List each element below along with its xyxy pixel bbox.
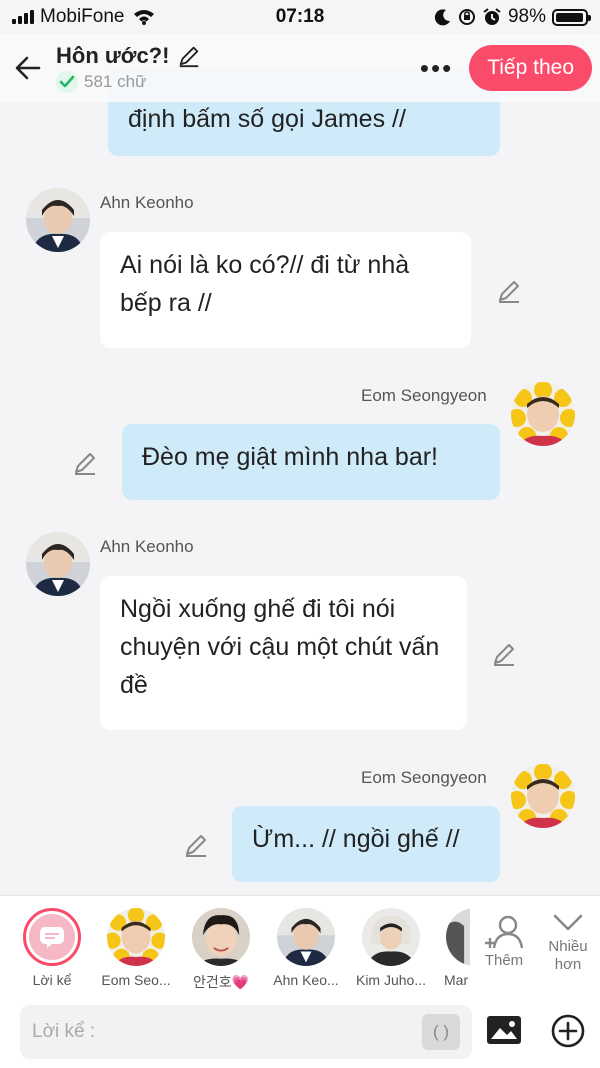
story-title: Hôn ước?! <box>56 43 170 68</box>
add-plus-icon[interactable] <box>550 1013 586 1049</box>
message-text: Đèo mẹ giật mình nha bar! <box>142 443 438 471</box>
chevron-down-icon <box>553 914 583 931</box>
add-label: Thêm <box>484 952 524 969</box>
avatar[interactable] <box>511 764 575 828</box>
battery-icon <box>552 8 591 26</box>
character-item[interactable]: Ahn Keo... <box>268 908 344 988</box>
avatar[interactable] <box>26 532 90 596</box>
chat-screen: định bấm số gọi James // Ahn Keonho Ai n… <box>0 0 600 1068</box>
moon-icon <box>434 9 450 26</box>
more-label: Nhiều hơn <box>548 938 588 973</box>
back-button[interactable] <box>0 53 56 83</box>
character-narration[interactable]: Lời kể <box>14 908 90 988</box>
avatar <box>277 908 335 966</box>
avatar <box>192 908 250 966</box>
chat-area[interactable]: định bấm số gọi James // Ahn Keonho Ai n… <box>0 0 600 895</box>
speaker-name: Ahn Keonho <box>100 193 194 212</box>
avatar[interactable] <box>511 382 575 446</box>
check-icon <box>56 71 78 93</box>
battery-percent: 98% <box>507 6 546 27</box>
message-bubble[interactable]: Đèo mẹ giật mình nha bar! <box>122 424 500 500</box>
speaker-name: Eom Seongyeon <box>361 386 487 405</box>
parentheses-button[interactable]: ( ) <box>422 1014 460 1050</box>
message-bubble[interactable]: Ừm... // ngồi ghế // <box>232 806 500 882</box>
message-text: Ừm... // ngồi ghế // <box>252 825 460 853</box>
character-label: Kim Juho... <box>355 972 427 988</box>
image-icon[interactable] <box>486 1015 522 1045</box>
edit-pencil-icon[interactable] <box>72 450 98 476</box>
app-header: Hôn ước?! 581 chữ ••• Tiếp theo <box>0 34 600 102</box>
character-label: Lời kể <box>32 972 72 988</box>
avatar[interactable] <box>26 188 90 252</box>
message-bubble[interactable]: Ngồi xuống ghế đi tôi nói chuyện với cậu… <box>100 576 467 730</box>
next-button[interactable]: Tiếp theo <box>469 45 592 91</box>
character-item[interactable]: Eom Seo... <box>98 908 174 988</box>
add-character-button[interactable]: Thêm <box>476 912 532 970</box>
avatar <box>446 908 470 966</box>
edit-pencil-icon[interactable] <box>491 641 517 667</box>
character-item[interactable]: Mar <box>438 908 470 988</box>
message-text: Ai nói là ko có?// đi từ nhà bếp ra // <box>120 251 410 317</box>
character-label: Ahn Keo... <box>273 972 339 988</box>
more-characters-button[interactable]: Nhiều hơn <box>538 910 598 974</box>
character-item[interactable]: 안건호💗 <box>183 908 259 992</box>
character-item[interactable]: Kim Juho... <box>353 908 429 988</box>
back-arrow-icon <box>15 56 41 80</box>
edit-pencil-icon[interactable] <box>496 278 522 304</box>
more-options-icon[interactable]: ••• <box>420 55 453 81</box>
input-bar: Lời kể : ( ) <box>0 995 600 1068</box>
speaker-name: Ahn Keonho <box>100 537 194 556</box>
character-label: Mar <box>444 972 469 988</box>
input-placeholder: Lời kể : <box>32 1021 96 1042</box>
word-count: 581 chữ <box>84 72 147 91</box>
alarm-icon <box>483 8 501 25</box>
avatar <box>107 908 165 966</box>
character-bar: Lời kể Eom Seo... 안건호💗 Ahn Keo... Kim Ju… <box>0 895 600 995</box>
message-bubble[interactable]: Ai nói là ko có?// đi từ nhà bếp ra // <box>100 232 471 348</box>
message-input[interactable]: Lời kể : ( ) <box>20 1005 472 1059</box>
orientation-lock-icon <box>458 9 475 25</box>
add-person-icon <box>485 915 524 949</box>
message-text: định bấm số gọi James // <box>128 105 406 133</box>
status-bar: MobiFone 07:18 98% <box>0 0 600 34</box>
signal-icon <box>12 10 34 24</box>
narration-icon <box>23 908 81 966</box>
edit-title-icon[interactable] <box>177 44 201 68</box>
wifi-icon <box>133 10 154 25</box>
carrier-name: MobiFone <box>40 6 125 27</box>
character-label: 안건호💗 <box>192 974 250 990</box>
speaker-name: Eom Seongyeon <box>361 768 487 787</box>
avatar <box>362 908 420 966</box>
message-text: Ngồi xuống ghế đi tôi nói chuyện với cậu… <box>120 595 440 699</box>
character-label: Eom Seo... <box>101 972 171 988</box>
edit-pencil-icon[interactable] <box>183 832 209 858</box>
